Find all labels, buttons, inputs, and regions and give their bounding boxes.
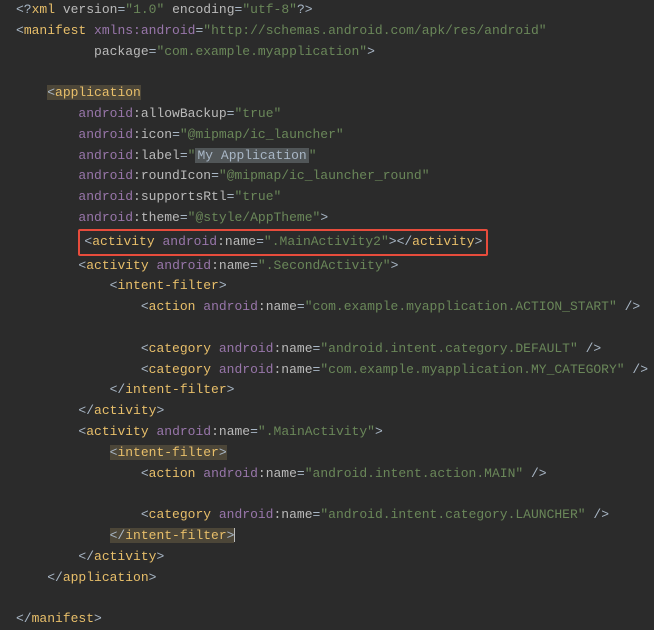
icon-attr: icon [141,127,172,142]
xml-encoding: utf-8 [250,2,289,17]
manifest-tag: manifest [24,23,86,38]
code-line: </activity> [16,547,646,568]
code-line: <activity android:name=".MainActivity"> [16,422,646,443]
code-line: android:theme="@style/AppTheme"> [16,208,646,229]
action-val: com.example.myapplication.ACTION_START [313,299,609,314]
code-line: android:label="My Application" [16,146,646,167]
category-val: android.intent.category.LAUNCHER [328,507,578,522]
activity-name-1: .MainActivity2 [272,234,381,249]
action-val: android.intent.action.MAIN [313,466,516,481]
allowbackup-attr: allowBackup [141,106,227,121]
text-cursor [234,528,235,542]
code-line: <activity android:name=".SecondActivity"… [16,256,646,277]
xmlns-attr: xmlns:android [94,23,195,38]
code-line [16,318,646,339]
application-tag: application [55,85,141,100]
category-val: com.example.myapplication.MY_CATEGORY [328,362,617,377]
roundicon-attr: roundIcon [141,168,211,183]
code-line: <category android:name="android.intent.c… [16,505,646,526]
code-line: </intent-filter> [16,380,646,401]
xmlns-url: http://schemas.android.com/apk/res/andro… [211,23,539,38]
code-line: </application> [16,568,646,589]
code-line: <?xml version="1.0" encoding="utf-8"?> [16,0,646,21]
category-val: android.intent.category.DEFAULT [328,341,570,356]
code-line: </manifest> [16,609,646,630]
code-line-highlighted: <activity android:name=".MainActivity2">… [16,229,646,256]
code-line: <application [16,83,646,104]
package-val: com.example.myapplication [164,44,359,59]
label-attr: label [141,148,180,163]
code-line: android:supportsRtl="true" [16,187,646,208]
theme-attr: theme [141,210,180,225]
code-line [16,484,646,505]
activity-name-3: .MainActivity [266,424,367,439]
label-val: My Application [195,148,308,163]
code-line: <category android:name="com.example.myap… [16,360,646,381]
code-line: <action android:name="com.example.myappl… [16,297,646,318]
code-line: android:icon="@mipmap/ic_launcher" [16,125,646,146]
code-line: </activity> [16,401,646,422]
code-line: android:allowBackup="true" [16,104,646,125]
xml-version: 1.0 [133,2,156,17]
code-line: <action android:name="android.intent.act… [16,464,646,485]
code-line: <intent-filter> [16,276,646,297]
package-attr: package [94,44,149,59]
code-line: </intent-filter> [16,526,646,547]
code-line: <category android:name="android.intent.c… [16,339,646,360]
code-line: android:roundIcon="@mipmap/ic_launcher_r… [16,166,646,187]
code-editor[interactable]: <?xml version="1.0" encoding="utf-8"?> <… [0,0,654,630]
code-line: <intent-filter> [16,443,646,464]
supportsrtl-attr: supportsRtl [141,189,227,204]
code-line [16,588,646,609]
code-line: package="com.example.myapplication"> [16,42,646,63]
code-line: <manifest xmlns:android="http://schemas.… [16,21,646,42]
activity-name-2: .SecondActivity [266,258,383,273]
code-line [16,62,646,83]
